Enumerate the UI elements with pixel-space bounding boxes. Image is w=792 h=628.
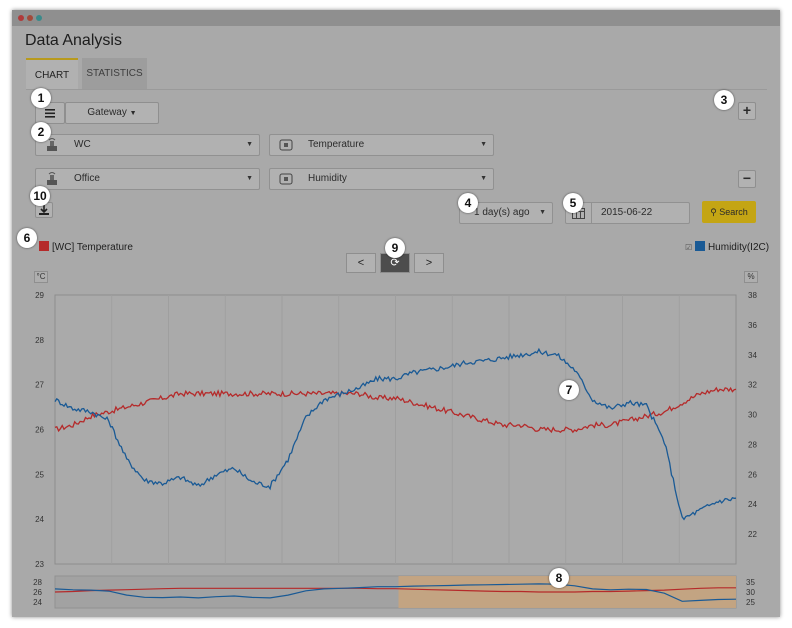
right-axis-tick: 22 [748,530,757,539]
right-axis-tick: 36 [748,321,757,330]
callout-5: 5 [563,193,583,213]
callout-3: 3 [714,90,734,110]
right-axis-tick: 32 [748,381,757,390]
left-axis-tick: 25 [35,470,44,479]
callout-7: 7 [559,380,579,400]
callout-8: 8 [549,568,569,588]
navigator-right-tick: 25 [746,598,755,607]
left-axis-tick: 23 [35,560,44,569]
callout-4: 4 [458,193,478,213]
left-axis-tick: 26 [35,426,44,435]
callout-10: 10 [30,186,50,206]
callout-1: 1 [31,88,51,108]
right-axis-tick: 30 [748,411,757,420]
left-axis-tick: 28 [35,336,44,345]
right-axis-tick: 34 [748,351,757,360]
navigator-right-tick: 30 [746,588,755,597]
callout-2: 2 [31,122,51,142]
left-axis-tick: 27 [35,381,44,390]
navigator-right-tick: 35 [746,578,755,587]
navigator-left-tick: 24 [33,598,42,607]
navigator-left-tick: 28 [33,578,42,587]
right-axis-tick: 26 [748,470,757,479]
left-axis-tick: 24 [35,515,44,524]
right-axis-tick: 28 [748,440,757,449]
right-axis-tick: 38 [748,291,757,300]
callout-9: 9 [385,238,405,258]
left-axis-tick: 29 [35,291,44,300]
line-chart[interactable]: 29282726252423383634323028262422 2826243… [0,0,792,628]
navigator-left-tick: 26 [33,588,42,597]
callout-6: 6 [17,228,37,248]
right-axis-tick: 24 [748,500,757,509]
